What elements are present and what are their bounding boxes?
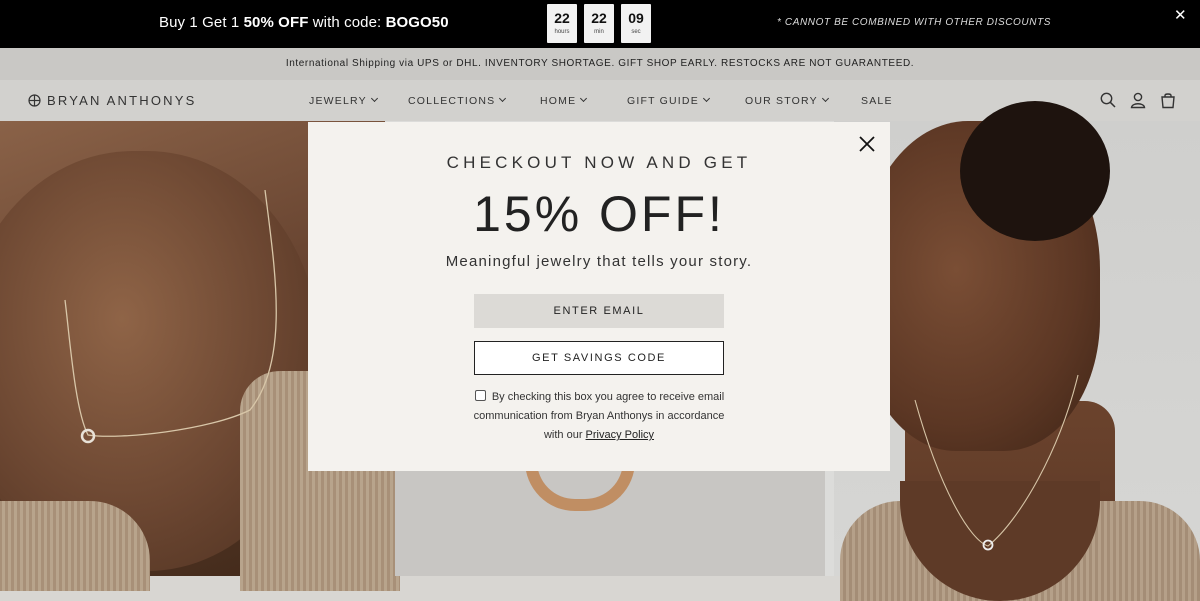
promo-close-icon[interactable]: ✕ bbox=[1174, 6, 1187, 24]
nav-item-label: SALE bbox=[861, 95, 893, 107]
chevron-down-icon bbox=[370, 94, 378, 103]
discount-popup: CHECKOUT NOW AND GET 15% OFF! Meaningful… bbox=[308, 122, 890, 471]
nav-item-label: JEWELRY bbox=[309, 95, 367, 107]
close-icon[interactable] bbox=[857, 134, 877, 154]
cart-icon[interactable] bbox=[1159, 91, 1177, 109]
promo-text: Buy 1 Get 1 50% OFF with code: BOGO50 bbox=[159, 14, 449, 31]
chevron-down-icon bbox=[499, 94, 507, 103]
nav-item-gift-guide[interactable]: GIFT GUIDE bbox=[627, 94, 710, 107]
countdown-hours-value: 22 bbox=[554, 10, 570, 26]
search-icon[interactable] bbox=[1099, 91, 1117, 109]
nav-item-our-story[interactable]: OUR STORY bbox=[745, 94, 829, 107]
account-icon[interactable] bbox=[1129, 91, 1147, 109]
globe-logo-icon bbox=[28, 94, 41, 107]
consent-text: By checking this box you agree to receiv… bbox=[470, 388, 728, 445]
chevron-down-icon bbox=[580, 94, 588, 103]
popup-headline: 15% OFF! bbox=[473, 186, 725, 242]
popup-kicker: CHECKOUT NOW AND GET bbox=[446, 153, 752, 172]
nav-item-collections[interactable]: COLLECTIONS bbox=[408, 94, 507, 107]
nav-item-label: OUR STORY bbox=[745, 95, 818, 107]
nav-item-sale[interactable]: SALE bbox=[861, 95, 893, 107]
promo-code: BOGO50 bbox=[385, 14, 449, 31]
chevron-down-icon bbox=[821, 94, 829, 103]
chevron-down-icon bbox=[702, 94, 710, 103]
nav-item-label: COLLECTIONS bbox=[408, 95, 496, 107]
email-input[interactable] bbox=[474, 294, 724, 328]
countdown-hours: 22 hours bbox=[547, 4, 577, 43]
promo-bar: Buy 1 Get 1 50% OFF with code: BOGO50 22… bbox=[0, 0, 1200, 48]
countdown-seconds: 09 sec bbox=[621, 4, 651, 43]
nav-item-label: HOME bbox=[540, 95, 577, 107]
countdown-seconds-unit: sec bbox=[631, 29, 641, 35]
promo-note: * CANNOT BE COMBINED WITH OTHER DISCOUNT… bbox=[777, 17, 1052, 28]
shipping-announcement-text: International Shipping via UPS or DHL. I… bbox=[285, 58, 915, 69]
hero-right-hair bbox=[960, 101, 1110, 241]
logo-text: BRYAN ANTHONYS bbox=[47, 93, 197, 108]
site-logo[interactable]: BRYAN ANTHONYS bbox=[28, 93, 197, 108]
hero-left-garment-strap bbox=[0, 501, 150, 591]
nav-item-jewelry[interactable]: JEWELRY bbox=[309, 94, 378, 107]
promo-middle: with code: bbox=[308, 14, 386, 31]
shipping-announcement-bar: International Shipping via UPS or DHL. I… bbox=[0, 48, 1200, 80]
nav-item-home[interactable]: HOME bbox=[540, 94, 588, 107]
nav-item-label: GIFT GUIDE bbox=[627, 95, 699, 107]
countdown-minutes-value: 22 bbox=[591, 10, 607, 26]
countdown-minutes: 22 min bbox=[584, 4, 614, 43]
countdown-hours-unit: hours bbox=[554, 29, 570, 35]
necklace-chain bbox=[64, 190, 277, 444]
popup-subtitle: Meaningful jewelry that tells your story… bbox=[445, 253, 753, 270]
pendant-necklace bbox=[914, 374, 1079, 551]
privacy-policy-link[interactable]: Privacy Policy bbox=[586, 429, 654, 441]
countdown-minutes-unit: min bbox=[594, 29, 604, 35]
get-savings-code-button[interactable]: GET SAVINGS CODE bbox=[474, 341, 724, 375]
promo-prefix: Buy 1 Get 1 bbox=[159, 14, 244, 31]
consent-checkbox[interactable] bbox=[475, 390, 486, 401]
promo-highlight: 50% OFF bbox=[243, 14, 309, 31]
countdown-seconds-value: 09 bbox=[628, 10, 644, 26]
